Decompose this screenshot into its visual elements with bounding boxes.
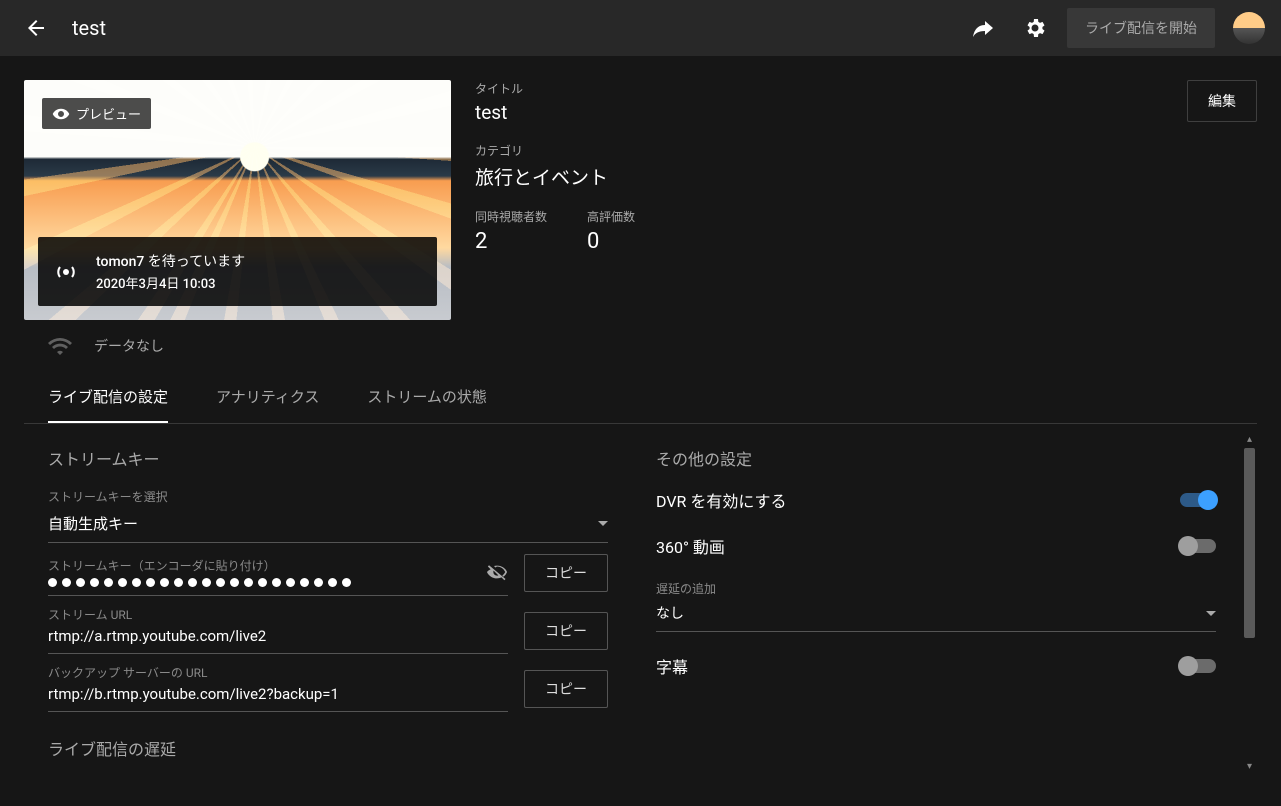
stream-url-label: ストリーム URL	[48, 606, 508, 623]
stream-key-column: ストリームキー ストリームキーを選択 自動生成キー ストリームキー（エンコーダに…	[48, 446, 608, 782]
dvr-toggle[interactable]	[1180, 493, 1216, 507]
stream-key-select-label: ストリームキーを選択	[48, 488, 608, 505]
status-text: データなし	[94, 336, 164, 356]
stream-url-value: rtmp://a.rtmp.youtube.com/live2	[48, 627, 508, 645]
tabs: ライブ配信の設定 アナリティクス ストリームの状態	[24, 372, 1257, 424]
scrollbar[interactable]: ▴ ▾	[1242, 434, 1257, 772]
start-stream-button[interactable]: ライブ配信を開始	[1067, 8, 1215, 48]
subtitles-label: 字幕	[656, 654, 688, 678]
360-label: 360° 動画	[656, 534, 725, 558]
category-label: カテゴリ	[475, 142, 1187, 159]
subtitles-toggle[interactable]	[1180, 659, 1216, 673]
avatar[interactable]	[1233, 12, 1265, 44]
share-icon[interactable]	[971, 16, 995, 40]
likes-value: 0	[587, 229, 635, 254]
delay-select[interactable]: なし	[656, 599, 1216, 632]
delay-value: なし	[656, 603, 684, 623]
category-value: 旅行とイベント	[475, 163, 1187, 190]
back-arrow-icon[interactable]	[24, 16, 48, 40]
stream-key-select-value: 自動生成キー	[48, 513, 138, 534]
stream-key-select[interactable]: 自動生成キー	[48, 509, 608, 543]
tab-analytics[interactable]: アナリティクス	[216, 372, 319, 423]
chevron-down-icon	[1206, 611, 1216, 616]
viewers-label: 同時視聴者数	[475, 208, 547, 225]
eye-icon	[52, 105, 70, 123]
waiting-overlay: tomon7 を待っています 2020年3月4日 10:03	[38, 237, 437, 306]
latency-heading: ライブ配信の遅延	[48, 736, 608, 760]
copy-url-button[interactable]: コピー	[524, 612, 608, 650]
visibility-off-icon[interactable]	[486, 561, 508, 583]
delay-label: 遅延の追加	[656, 580, 1216, 597]
360-toggle[interactable]	[1180, 539, 1216, 553]
chevron-down-icon	[598, 521, 608, 526]
backup-url-label: バックアップ サーバーの URL	[48, 664, 508, 681]
dvr-label: DVR を有効にする	[656, 488, 787, 512]
copy-key-button[interactable]: コピー	[524, 554, 608, 592]
tab-stream-health[interactable]: ストリームの状態	[367, 372, 487, 423]
viewers-value: 2	[475, 229, 547, 254]
likes-label: 高評価数	[587, 208, 635, 225]
page-title: test	[72, 16, 106, 40]
scroll-thumb[interactable]	[1244, 448, 1255, 638]
waiting-time: 2020年3月4日 10:03	[96, 273, 245, 292]
preview-badge-label: プレビュー	[76, 104, 141, 123]
gear-icon[interactable]	[1023, 16, 1047, 40]
other-settings-column: その他の設定 DVR を有効にする 360° 動画 遅延の追加 なし 字幕	[656, 446, 1216, 782]
video-preview: プレビュー tomon7 を待っています 2020年3月4日 10:03	[24, 80, 451, 320]
title-label: タイトル	[475, 80, 1187, 97]
copy-backup-button[interactable]: コピー	[524, 670, 608, 708]
edit-button[interactable]: 編集	[1187, 80, 1257, 122]
other-settings-heading: その他の設定	[656, 446, 1216, 470]
signal-icon	[54, 260, 78, 284]
scroll-up-icon[interactable]: ▴	[1244, 434, 1255, 445]
stream-key-heading: ストリームキー	[48, 446, 608, 470]
waiting-text: tomon7 を待っています	[96, 251, 245, 271]
title-value: test	[475, 101, 1187, 124]
stream-key-value	[48, 578, 478, 587]
tab-stream-settings[interactable]: ライブ配信の設定	[48, 372, 168, 423]
scroll-down-icon[interactable]: ▾	[1244, 761, 1255, 772]
backup-url-value: rtmp://b.rtmp.youtube.com/live2?backup=1	[48, 685, 508, 703]
preview-badge: プレビュー	[42, 98, 151, 129]
wifi-icon	[48, 334, 72, 358]
stream-key-label: ストリームキー（エンコーダに貼り付け）	[48, 557, 478, 574]
header: test ライブ配信を開始	[0, 0, 1281, 56]
connection-status: データなし	[24, 334, 1257, 358]
